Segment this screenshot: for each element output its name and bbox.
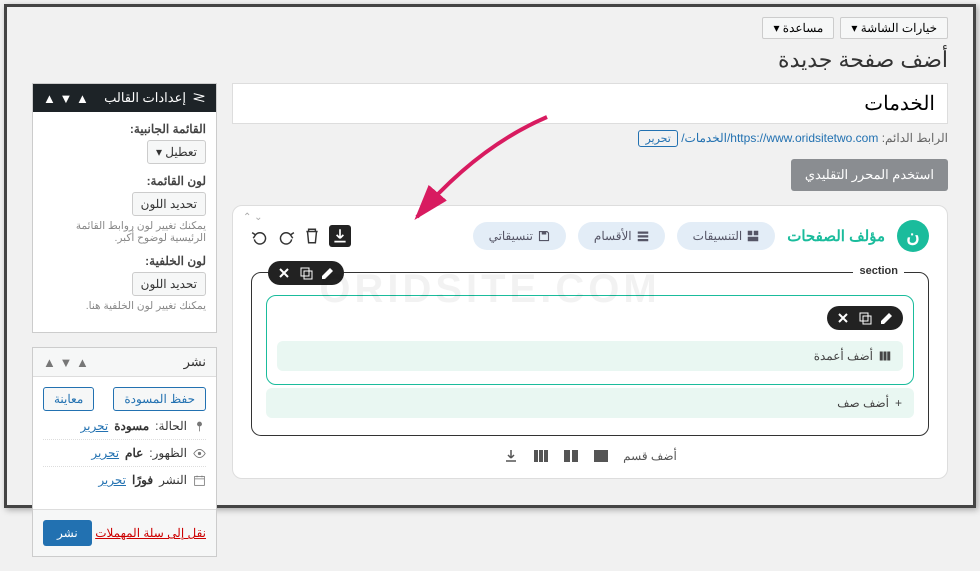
schedule-row: النشر فورًا تحرير xyxy=(43,473,206,493)
section-container: section أضف أع xyxy=(251,272,929,436)
tab-sections-label: الأقسام xyxy=(594,229,632,243)
add-section-row: أضف قسم xyxy=(251,448,929,464)
close-icon[interactable] xyxy=(835,310,851,326)
theme-settings-box: إعدادات القالب ▲ ▼ ▲ القائمة الجانبية: ت… xyxy=(32,83,217,333)
title-input[interactable] xyxy=(232,83,948,124)
toggle-icons[interactable]: ▲ ▼ ▲ xyxy=(43,91,89,106)
section-label: section xyxy=(853,265,904,277)
permalink-row: الرابط الدائم: https://www.oridsitetwo.c… xyxy=(232,130,948,147)
section-toolbar xyxy=(268,261,344,285)
preview-button[interactable]: معاينة xyxy=(43,387,94,411)
menu-color-hint: يمكنك تغيير لون روابط القائمة الرئيسية ل… xyxy=(43,220,206,244)
copy-icon[interactable] xyxy=(298,265,314,281)
permalink-edit-button[interactable]: تحرير xyxy=(638,130,677,147)
schedule-value: فورًا xyxy=(132,473,153,487)
layouts-icon xyxy=(747,230,759,242)
publish-title: نشر xyxy=(184,354,206,370)
permalink-base[interactable]: https://www.oridsitetwo.com xyxy=(730,131,878,145)
save-icon xyxy=(538,230,550,242)
row-container: أضف أعمدة xyxy=(266,295,914,385)
tab-layouts[interactable]: التنسيقات xyxy=(677,222,776,250)
add-row-label: أضف صف xyxy=(837,396,889,410)
theme-settings-title: إعدادات القالب xyxy=(104,90,186,106)
visibility-label: الظهور: xyxy=(149,446,187,460)
visibility-row: الظهور: عام تحرير xyxy=(43,446,206,467)
undo-icon[interactable] xyxy=(251,227,269,245)
publish-header[interactable]: نشر ▲ ▼ ▲ xyxy=(33,348,216,377)
calendar-icon xyxy=(193,474,206,487)
menu-color-button[interactable]: تحديد اللون xyxy=(132,192,206,216)
edit-icon[interactable] xyxy=(879,310,895,326)
eye-icon xyxy=(193,447,206,460)
add-row-button[interactable]: + أضف صف xyxy=(266,388,914,418)
toggle-icons[interactable]: ▲ ▼ ▲ xyxy=(43,355,89,370)
page-builder-panel: ⌄ ⌃ ن مؤلف الصفحات التنسيقات الأقسام تنس… xyxy=(232,205,948,479)
row-toolbar xyxy=(827,306,903,330)
visibility-edit-link[interactable]: تحرير xyxy=(91,446,119,460)
redo-icon[interactable] xyxy=(277,227,295,245)
schedule-edit-link[interactable]: تحرير xyxy=(98,473,126,487)
page-heading: أضف صفحة جديدة xyxy=(32,47,948,73)
permalink-slug[interactable]: /الخدمات/ xyxy=(681,131,730,145)
layout-3col-icon[interactable] xyxy=(533,448,549,464)
theme-settings-header[interactable]: إعدادات القالب ▲ ▼ ▲ xyxy=(33,84,216,112)
help-button[interactable]: مساعدة ▾ xyxy=(762,17,834,39)
bg-color-label: لون الخلفية: xyxy=(43,254,206,268)
publish-button[interactable]: نشر xyxy=(43,520,92,546)
tab-sections[interactable]: الأقسام xyxy=(578,222,665,250)
add-columns-button[interactable]: أضف أعمدة xyxy=(277,341,903,371)
sections-icon xyxy=(637,230,649,242)
trash-icon[interactable] xyxy=(303,227,321,245)
bg-color-button[interactable]: تحديد اللون xyxy=(132,272,206,296)
close-icon[interactable] xyxy=(276,265,292,281)
move-to-trash-link[interactable]: نقل إلى سلة المهملات xyxy=(95,526,206,540)
layout-1col-icon[interactable] xyxy=(593,448,609,464)
plus-icon: + xyxy=(895,396,902,410)
status-row: الحالة: مسودة تحرير xyxy=(43,419,206,440)
side-menu-select[interactable]: تعطيل ▾ xyxy=(147,140,206,164)
side-menu-label: القائمة الجانبية: xyxy=(43,122,206,136)
menu-color-label: لون القائمة: xyxy=(43,174,206,188)
theme-icon xyxy=(192,91,206,105)
copy-icon[interactable] xyxy=(857,310,873,326)
status-edit-link[interactable]: تحرير xyxy=(81,419,109,433)
add-section-label: أضف قسم xyxy=(623,449,677,463)
builder-name: مؤلف الصفحات xyxy=(787,227,885,245)
columns-icon xyxy=(879,350,891,362)
tab-my-layouts-label: تنسيقاتي xyxy=(489,229,533,243)
visibility-value: عام xyxy=(125,446,143,460)
download-icon[interactable] xyxy=(329,225,351,247)
layout-2col-icon[interactable] xyxy=(563,448,579,464)
classic-editor-button[interactable]: استخدم المحرر التقليدي xyxy=(791,159,948,191)
add-columns-label: أضف أعمدة xyxy=(814,349,873,363)
edit-icon[interactable] xyxy=(320,265,336,281)
screen-options-button[interactable]: خيارات الشاشة ▾ xyxy=(840,17,948,39)
schedule-label: النشر xyxy=(159,473,187,487)
status-label: الحالة: xyxy=(155,419,187,433)
layout-download-icon[interactable] xyxy=(503,448,519,464)
tab-my-layouts[interactable]: تنسيقاتي xyxy=(473,222,566,250)
status-value: مسودة xyxy=(114,419,149,433)
save-draft-button[interactable]: حفظ المسودة xyxy=(113,387,206,411)
publish-box: نشر ▲ ▼ ▲ حفظ المسودة معاينة الحالة: مسو… xyxy=(32,347,217,557)
builder-logo-icon: ن xyxy=(897,220,929,252)
bg-color-hint: يمكنك تغيير لون الخلفية هنا. xyxy=(43,300,206,312)
permalink-label: الرابط الدائم: xyxy=(882,131,948,145)
pin-icon xyxy=(193,420,206,433)
tab-layouts-label: التنسيقات xyxy=(693,229,743,243)
panel-carets[interactable]: ⌄ ⌃ xyxy=(243,212,263,223)
